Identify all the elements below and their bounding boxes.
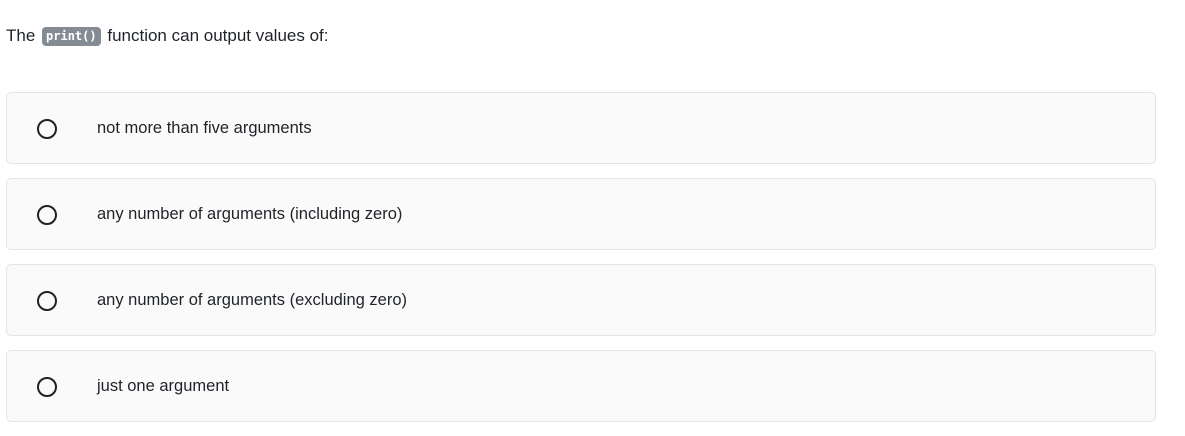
radio-button[interactable] bbox=[37, 291, 57, 311]
option-label: just one argument bbox=[97, 377, 230, 395]
answer-option-4[interactable]: just one argument bbox=[6, 350, 1156, 422]
radio-button[interactable] bbox=[37, 205, 57, 225]
option-label: not more than five arguments bbox=[97, 119, 312, 137]
answer-option-2[interactable]: any number of arguments (including zero) bbox=[6, 178, 1156, 250]
answer-option-3[interactable]: any number of arguments (excluding zero) bbox=[6, 264, 1156, 336]
question-text: The print() function can output values o… bbox=[6, 25, 329, 47]
code-snippet: print() bbox=[42, 27, 101, 46]
option-label: any number of arguments (including zero) bbox=[97, 205, 403, 223]
question-suffix: function can output values of: bbox=[107, 26, 329, 45]
option-label: any number of arguments (excluding zero) bbox=[97, 291, 407, 309]
radio-button[interactable] bbox=[37, 377, 57, 397]
answer-option-1[interactable]: not more than five arguments bbox=[6, 92, 1156, 164]
question-prefix: The bbox=[6, 26, 36, 45]
radio-button[interactable] bbox=[37, 119, 57, 139]
